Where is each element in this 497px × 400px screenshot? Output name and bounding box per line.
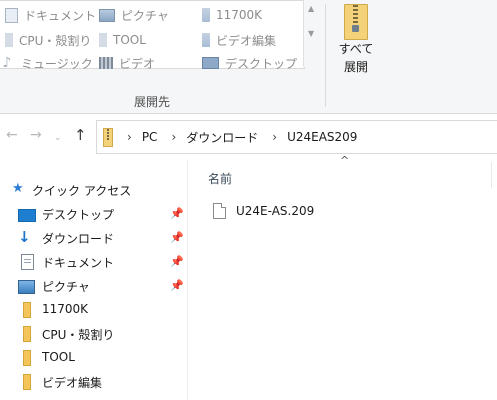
pictures-icon — [18, 280, 35, 294]
sidebar-item-cpu[interactable]: CPU・殻割り — [0, 322, 188, 346]
desktop-icon — [18, 209, 36, 222]
folder-icon — [23, 374, 31, 390]
gallery-item-desktop[interactable]: デスクトップ — [202, 52, 297, 74]
breadcrumb-current-folder[interactable]: U24EAS209 — [287, 130, 357, 144]
section-label-extract-to: 展開先 — [134, 95, 171, 109]
zip-folder-icon — [103, 127, 113, 147]
zip-folder-icon — [344, 4, 368, 40]
pictures-icon — [99, 8, 115, 22]
star-icon: ★ — [12, 181, 24, 196]
desktop-icon — [202, 57, 219, 69]
file-icon — [213, 203, 226, 219]
sidebar-item-desktop[interactable]: デスクトップ 📌 — [0, 202, 188, 226]
gallery-item-label: 11700K — [216, 8, 263, 22]
folder-icon — [202, 33, 210, 47]
extract-to-gallery: ドキュメント CPU・殻割り ♪ ミュージック ピクチャ TOOL ビデオ 11… — [0, 0, 305, 71]
gallery-item-documents[interactable]: ドキュメント — [5, 4, 96, 26]
extract-all-label-line1: すべて — [338, 42, 374, 56]
back-button[interactable]: ← — [6, 128, 18, 142]
sidebar-item-pictures[interactable]: ピクチャ 📌 — [0, 274, 188, 298]
navigation-bar: ← → ⌄ ↑ › PC › ダウンロード › U24EAS209 — [0, 114, 497, 158]
gallery-item-video-editing[interactable]: ビデオ編集 — [202, 29, 276, 51]
scroll-up-icon[interactable]: ▲ — [308, 5, 314, 13]
file-row[interactable]: U24E-AS.209 — [208, 200, 314, 222]
videos-icon — [99, 57, 113, 69]
gallery-item-label: ドキュメント — [24, 8, 97, 23]
up-button[interactable]: ↑ — [74, 128, 87, 143]
gallery-item-label: ビデオ編集 — [216, 33, 277, 48]
pane-divider[interactable] — [187, 160, 188, 400]
gallery-item-videos[interactable]: ビデオ — [99, 52, 155, 74]
gallery-item-label: TOOL — [113, 33, 146, 47]
sidebar-item-label: CPU・殻割り — [42, 328, 115, 342]
sidebar-item-label: ドキュメント — [42, 256, 115, 270]
sidebar-item-video-editing[interactable]: ビデオ編集 — [0, 370, 188, 394]
scroll-down-icon[interactable]: ▼ — [308, 30, 314, 38]
download-icon: ↓ — [18, 228, 31, 246]
sidebar-item-tool[interactable]: TOOL — [0, 346, 188, 370]
gallery-item-label: デスクトップ — [225, 56, 298, 71]
sidebar-item-documents[interactable]: ドキュメント 📌 — [0, 250, 188, 274]
gallery-item-11700k[interactable]: 11700K — [202, 4, 262, 26]
sidebar-item-label: ビデオ編集 — [42, 376, 103, 390]
quick-access[interactable]: ★ クイック アクセス — [0, 178, 188, 202]
folder-icon — [5, 33, 13, 47]
folder-icon — [23, 326, 31, 342]
gallery-item-music[interactable]: ♪ ミュージック — [0, 52, 93, 74]
folder-icon — [23, 302, 31, 318]
forward-button[interactable]: → — [30, 128, 42, 142]
breadcrumb-pc[interactable]: PC — [142, 130, 158, 144]
recent-locations-chevron-icon[interactable]: ⌄ — [54, 131, 62, 145]
sidebar-item-downloads[interactable]: ↓ ダウンロード 📌 — [0, 226, 188, 250]
breadcrumb-downloads[interactable]: ダウンロード — [186, 129, 258, 146]
column-header-name[interactable]: 名前 — [208, 170, 232, 187]
breadcrumb-separator-icon[interactable]: › — [127, 130, 132, 144]
pin-icon: 📌 — [170, 231, 184, 244]
gallery-item-label: CPU・殻割り — [19, 33, 92, 48]
pin-icon: 📌 — [170, 279, 184, 292]
document-icon — [5, 7, 18, 23]
sidebar-item-label: ダウンロード — [42, 232, 115, 246]
ribbon-separator — [325, 4, 326, 107]
gallery-item-pictures[interactable]: ピクチャ — [99, 4, 169, 26]
gallery-item-label: ピクチャ — [121, 8, 169, 23]
folder-icon — [99, 33, 107, 47]
folder-icon — [202, 8, 210, 22]
gallery-scrollbar[interactable]: ▲ ▼ — [303, 0, 320, 67]
gallery-item-label: ミュージック — [21, 56, 93, 71]
document-icon — [21, 254, 34, 270]
pin-icon: 📌 — [170, 207, 184, 220]
sort-ascending-icon: ^ — [340, 154, 350, 167]
address-bar[interactable]: › PC › ダウンロード › U24EAS209 — [96, 120, 497, 154]
sidebar-item-label: デスクトップ — [42, 208, 115, 222]
sidebar-item-label: 11700K — [42, 302, 89, 316]
pin-icon: 📌 — [170, 255, 184, 268]
ribbon: ドキュメント CPU・殻割り ♪ ミュージック ピクチャ TOOL ビデオ 11… — [0, 0, 497, 114]
music-icon: ♪ — [2, 55, 12, 71]
breadcrumb-separator-icon[interactable]: › — [171, 130, 176, 144]
sidebar-item-label: ピクチャ — [42, 280, 90, 294]
extract-all-label-line2: 展開 — [343, 60, 368, 74]
breadcrumb-separator-icon[interactable]: › — [272, 130, 277, 144]
quick-access-label: クイック アクセス — [32, 184, 132, 198]
gallery-item-label: ビデオ — [119, 56, 156, 71]
folder-icon — [23, 350, 31, 366]
gallery-item-cpu[interactable]: CPU・殻割り — [5, 29, 91, 51]
sidebar-item-label: TOOL — [42, 350, 75, 364]
file-name: U24E-AS.209 — [236, 204, 315, 218]
sidebar-item-11700k[interactable]: 11700K — [0, 298, 188, 322]
navigation-pane: ★ クイック アクセス デスクトップ 📌 ↓ ダウンロード 📌 ドキュメント 📌… — [0, 170, 188, 400]
column-divider[interactable] — [491, 162, 492, 188]
extract-all-button[interactable]: すべて 展開 — [332, 2, 380, 88]
gallery-item-tool[interactable]: TOOL — [99, 29, 146, 51]
